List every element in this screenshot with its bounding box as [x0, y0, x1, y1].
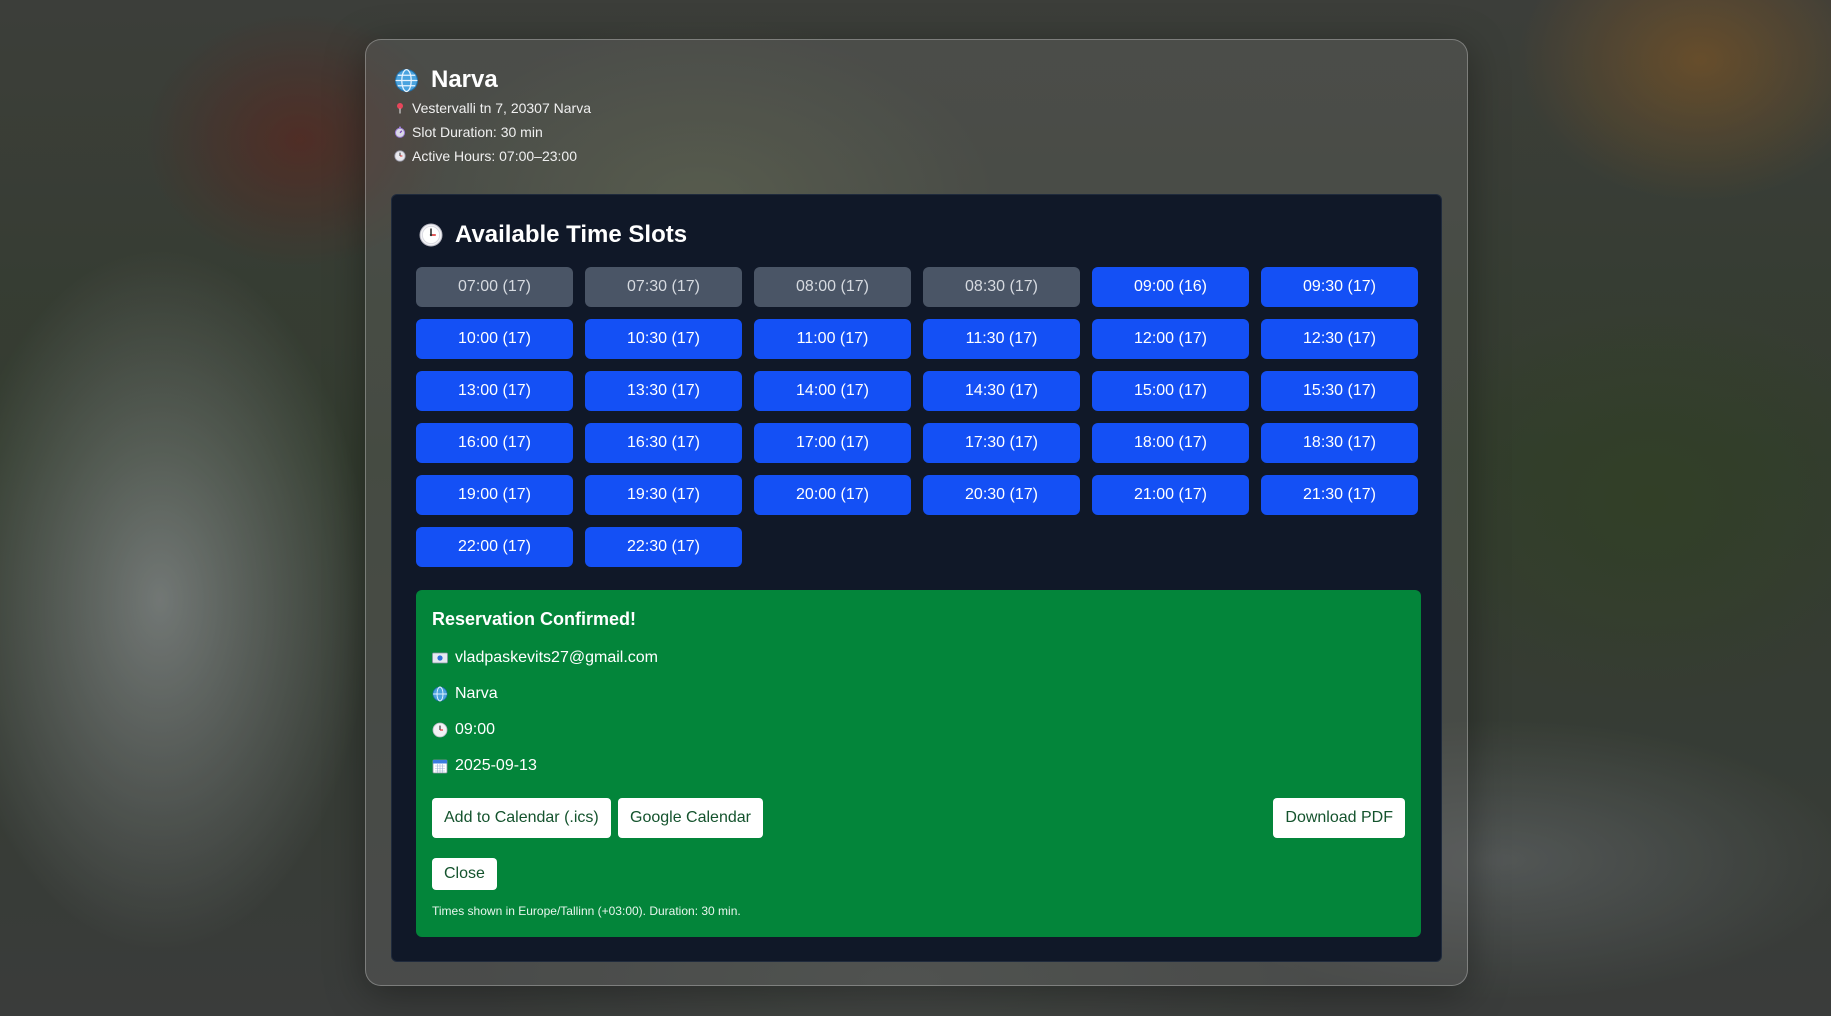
time-slot-button[interactable]: 11:30 (17) [923, 319, 1080, 359]
time-slot-button[interactable]: 22:30 (17) [585, 527, 742, 567]
time-slot-button[interactable]: 15:00 (17) [1092, 371, 1249, 411]
time-slot-button[interactable]: 07:00 (17) [416, 267, 573, 307]
time-slot-button[interactable]: 09:30 (17) [1261, 267, 1418, 307]
time-slot-button[interactable]: 12:30 (17) [1261, 319, 1418, 359]
time-slot-button[interactable]: 17:30 (17) [923, 423, 1080, 463]
time-slot-button[interactable]: 09:00 (16) [1092, 267, 1249, 307]
location-panel: Narva Vestervalli tn 7, 20307 Narva Slot… [365, 39, 1468, 986]
clock-icon [419, 223, 443, 247]
google-calendar-button[interactable]: Google Calendar [618, 798, 763, 838]
time-slot-button[interactable]: 08:00 (17) [754, 267, 911, 307]
time-slot-button[interactable]: 16:30 (17) [585, 423, 742, 463]
time-slots-heading: Available Time Slots [419, 221, 687, 249]
time-slot-button[interactable]: 14:00 (17) [754, 371, 911, 411]
active-hours-line: Active Hours: 07:00–23:00 [394, 144, 591, 168]
time-slots-title: Available Time Slots [455, 221, 688, 248]
timezone-note: Times shown in Europe/Tallinn (+03:00). … [432, 904, 741, 918]
globe-icon [395, 68, 418, 92]
time-slot-grid: 07:00 (17) 07:30 (17) 08:00 (17) 08:30 (17)… [416, 267, 1421, 567]
address-line: Vestervalli tn 7, 20307 Narva [394, 96, 591, 120]
time-slots-card: Available Time Slots 07:00 (17) 07:30 (17… [391, 194, 1442, 962]
time-slot-button[interactable]: 20:00 (17) [754, 475, 911, 515]
download-pdf-button[interactable]: Download PDF [1273, 798, 1405, 838]
time-slot-button[interactable]: 20:30 (17) [923, 475, 1080, 515]
confirmation-location: Narva [455, 685, 498, 702]
add-to-calendar-ics-button[interactable]: Add to Calendar (.ics) [432, 798, 611, 838]
time-slot-button[interactable]: 10:30 (17) [585, 319, 742, 359]
time-slot-button[interactable]: 21:30 (17) [1261, 475, 1418, 515]
time-slot-button[interactable]: 17:00 (17) [754, 423, 911, 463]
confirmation-time: 09:00 [455, 721, 496, 738]
close-button[interactable]: Close [432, 858, 497, 890]
envelope-icon [432, 652, 448, 664]
clock-icon [432, 722, 448, 738]
confirmation-location-row: Narva [432, 685, 498, 703]
time-slot-button[interactable]: 18:30 (17) [1261, 423, 1418, 463]
reservation-confirmation: Reservation Confirmed! vladpaskevits27@g… [416, 590, 1421, 937]
confirmation-title: Reservation Confirmed! [432, 609, 637, 629]
location-title-row: Narva [394, 64, 591, 96]
slot-duration-line: Slot Duration: 30 min [394, 120, 591, 144]
time-slot-button[interactable]: 08:30 (17) [923, 267, 1080, 307]
pin-icon [397, 103, 403, 114]
time-slot-button[interactable]: 12:00 (17) [1092, 319, 1249, 359]
confirmation-date: 2025-09-13 [455, 757, 537, 774]
confirmation-date-row: 2025-09-13 [432, 757, 537, 775]
calendar-icon [432, 759, 448, 774]
time-slot-button[interactable]: 19:00 (17) [416, 475, 573, 515]
time-slot-button[interactable]: 15:30 (17) [1261, 371, 1418, 411]
stopwatch-icon [394, 126, 406, 138]
time-slot-button[interactable]: 19:30 (17) [585, 475, 742, 515]
time-slot-button[interactable]: 21:00 (17) [1092, 475, 1249, 515]
time-slot-button[interactable]: 14:30 (17) [923, 371, 1080, 411]
time-slot-button[interactable]: 18:00 (17) [1092, 423, 1249, 463]
time-slot-button[interactable]: 13:00 (17) [416, 371, 573, 411]
clock-icon [394, 150, 406, 162]
location-title: Narva [431, 66, 498, 93]
globe-icon [432, 686, 448, 702]
confirmation-time-row: 09:00 [432, 721, 495, 739]
address-text: Vestervalli tn 7, 20307 Narva [412, 100, 591, 116]
time-slot-button[interactable]: 10:00 (17) [416, 319, 573, 359]
active-hours-text: Active Hours: 07:00–23:00 [412, 148, 577, 164]
time-slot-button[interactable]: 13:30 (17) [585, 371, 742, 411]
location-header: Narva Vestervalli tn 7, 20307 Narva Slot… [394, 64, 591, 168]
slot-duration-text: Slot Duration: 30 min [412, 124, 543, 140]
time-slot-button[interactable]: 22:00 (17) [416, 527, 573, 567]
confirmation-email: vladpaskevits27@gmail.com [455, 649, 658, 666]
time-slot-button[interactable]: 11:00 (17) [754, 319, 911, 359]
confirmation-email-row: vladpaskevits27@gmail.com [432, 649, 658, 667]
time-slot-button[interactable]: 16:00 (17) [416, 423, 573, 463]
time-slot-button[interactable]: 07:30 (17) [585, 267, 742, 307]
